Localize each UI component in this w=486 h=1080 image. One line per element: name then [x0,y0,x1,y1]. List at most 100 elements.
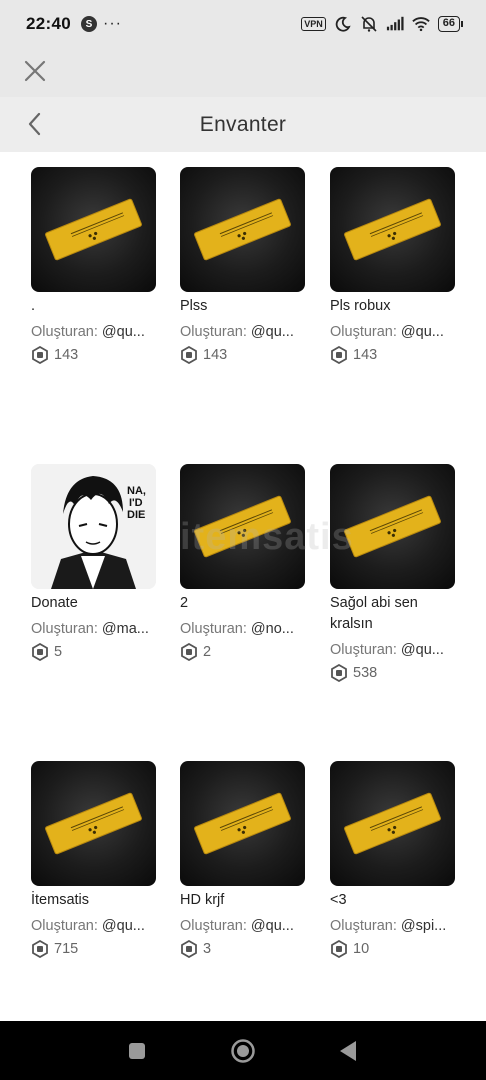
inventory-item-card[interactable]: . Oluşturan: @qu... 143 [31,167,161,364]
robux-icon [181,643,197,661]
inventory-item-card[interactable]: Pls robux Oluşturan: @qu... 143 [330,167,460,364]
chevron-left-icon [28,112,41,136]
gold-ticket-image [330,761,455,886]
item-creator: Oluşturan: @qu... [330,640,455,660]
robux-icon [331,346,347,364]
square-icon [129,1043,145,1059]
creator-handle: @no... [250,621,294,637]
item-name: <3 [330,892,347,908]
home-button[interactable] [230,1038,256,1069]
page-header: Envanter [0,97,486,152]
item-name: . [31,298,36,314]
creator-handle: @qu... [400,324,444,340]
robux-icon [32,940,48,958]
creator-handle: @spi... [400,918,447,934]
status-bar: 22:40 S ··· VPN 66 [0,0,486,48]
svg-text:I'D: I'D [129,497,143,509]
creator-label: Oluşturan: [180,918,251,934]
item-price: 143 [31,346,161,364]
item-price: 143 [330,346,460,364]
item-creator: Oluşturan: @spi... [330,916,455,936]
notification-app-icon: S [80,16,97,32]
item-price: 2 [180,643,310,661]
svg-text:NA,: NA, [127,485,146,497]
item-creator: Oluşturan: @qu... [330,322,455,342]
robux-icon [331,664,347,682]
inventory-item-card[interactable]: İtemsatis Oluşturan: @qu... 715 [31,761,161,958]
item-price: 5 [31,643,161,661]
price-value: 10 [353,941,370,957]
top-bar [0,48,486,97]
creator-label: Oluşturan: [31,324,102,340]
item-creator: Oluşturan: @no... [180,619,305,639]
item-creator: Oluşturan: @qu... [180,916,305,936]
item-name: HD krjf [180,892,225,908]
item-name: Pls robux [330,298,391,314]
gold-ticket-image [330,167,455,292]
item-creator: Oluşturan: @ma... [31,619,156,639]
robux-icon [32,643,48,661]
inventory-item-card[interactable]: NA, I'D DIE Donate Oluşturan: @ma... 5 [31,464,161,661]
item-price: 715 [31,940,161,958]
back-nav-button[interactable] [338,1040,358,1067]
mute-bell-icon [360,15,378,33]
gold-ticket-image [180,464,305,589]
price-value: 143 [353,347,378,363]
creator-handle: @ma... [101,621,149,637]
gold-ticket-image [330,464,455,589]
price-value: 143 [54,347,79,363]
robux-icon [181,346,197,364]
price-value: 143 [203,347,228,363]
price-value: 5 [54,644,63,660]
inventory-item-card[interactable]: HD krjf Oluşturan: @qu... 3 [180,761,310,958]
creator-handle: @qu... [101,918,145,934]
robux-icon [32,346,48,364]
price-value: 538 [353,665,378,681]
wifi-icon [412,15,430,33]
item-name: Sağol abi sen kralsın [330,595,418,632]
price-value: 715 [54,941,79,957]
recent-apps-button[interactable] [127,1041,147,1066]
back-button[interactable] [22,111,48,137]
creator-label: Oluşturan: [31,621,102,637]
creator-handle: @qu... [250,918,294,934]
creator-label: Oluşturan: [330,642,401,658]
inventory-item-card[interactable]: Sağol abi sen kralsın Oluşturan: @qu... 5… [330,464,460,682]
price-value: 3 [203,941,212,957]
item-price: 3 [180,940,310,958]
item-creator: Oluşturan: @qu... [31,916,156,936]
gold-ticket-image [31,167,156,292]
close-icon [24,60,46,82]
close-button[interactable] [22,58,48,84]
moon-icon [334,15,352,33]
item-name: 2 [180,595,189,611]
item-price: 143 [180,346,310,364]
robux-icon [181,940,197,958]
item-name: İtemsatis [31,892,90,908]
inventory-grid: . Oluşturan: @qu... 143 Plss Oluşturan: @ [0,152,486,1022]
creator-handle: @qu... [101,324,145,340]
creator-label: Oluşturan: [31,918,102,934]
battery-icon: 66 [437,16,464,32]
creator-label: Oluşturan: [180,324,251,340]
item-name: Donate [31,595,78,611]
item-price: 10 [330,940,460,958]
price-value: 2 [203,644,212,660]
robux-icon [331,940,347,958]
item-creator: Oluşturan: @qu... [31,322,156,342]
vpn-icon: VPN [301,17,326,31]
inventory-item-card[interactable]: Plss Oluşturan: @qu... 143 [180,167,310,364]
inventory-item-card[interactable]: <3 Oluşturan: @spi... 10 [330,761,460,958]
creator-label: Oluşturan: [330,324,401,340]
creator-label: Oluşturan: [180,621,251,637]
creator-handle: @qu... [250,324,294,340]
triangle-back-icon [340,1041,356,1061]
anime-avatar-image: NA, I'D DIE [31,464,156,589]
svg-text:DIE: DIE [127,509,145,521]
system-navigation-bar [0,1021,486,1080]
inventory-item-card[interactable]: 2 Oluşturan: @no... 2 [180,464,310,661]
item-price: 538 [330,664,460,682]
signal-icon [386,15,404,33]
gold-ticket-image [180,761,305,886]
gold-ticket-image [31,761,156,886]
